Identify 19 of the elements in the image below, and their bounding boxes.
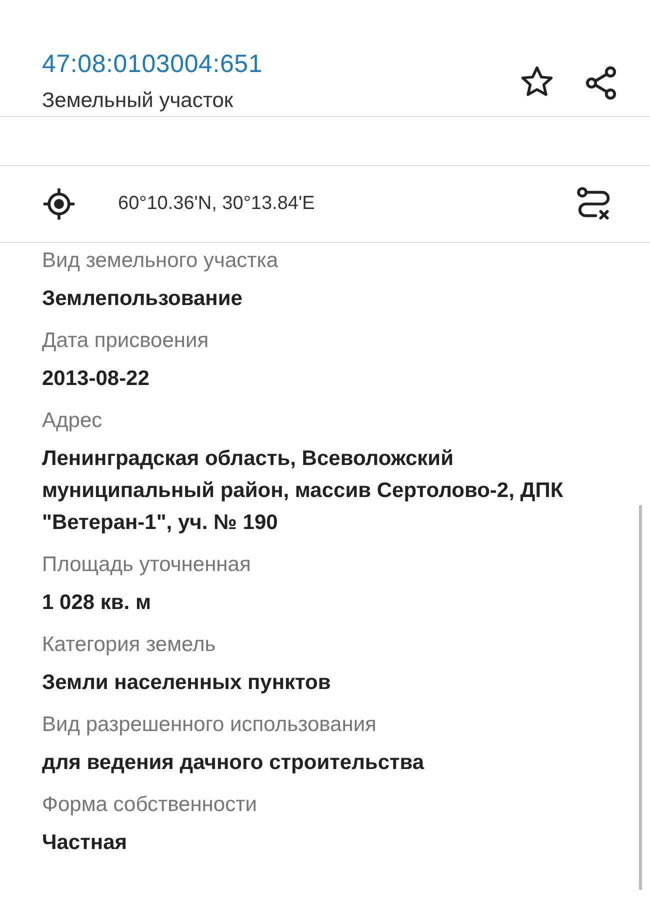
field-label: Форма собственности	[42, 793, 258, 817]
field-value: для ведения дачного строительства	[42, 750, 426, 776]
field-label: Площадь уточненная	[42, 553, 252, 577]
cadastral-number: 47:08:0103004:651	[42, 50, 263, 79]
coordinates: 60°10.36'N, 30°13.84'E	[118, 193, 316, 215]
field-label: Категория земель	[42, 633, 217, 657]
field-value: Частная	[42, 830, 128, 856]
scrollbar[interactable]	[639, 505, 642, 890]
field-label: Вид земельного участка	[42, 249, 280, 273]
location-target-icon[interactable]	[42, 187, 76, 221]
field-value: Ленинградская область, Всеволожский муниципальный район, массив Сертолово-2, ДПК "Ветеран-1", уч. № 190	[42, 446, 564, 536]
field-label: Дата присвоения	[42, 329, 210, 353]
field-value: Землепользование	[42, 286, 244, 312]
field-value: Земли населенных пунктов	[42, 670, 332, 696]
field-label: Адрес	[42, 409, 104, 433]
field-value: 2013-08-22	[42, 366, 150, 392]
field-value: 1 028 кв. м	[42, 590, 152, 616]
object-type: Земельный участок	[42, 89, 234, 113]
field-label: Вид разрешенного использования	[42, 713, 378, 737]
